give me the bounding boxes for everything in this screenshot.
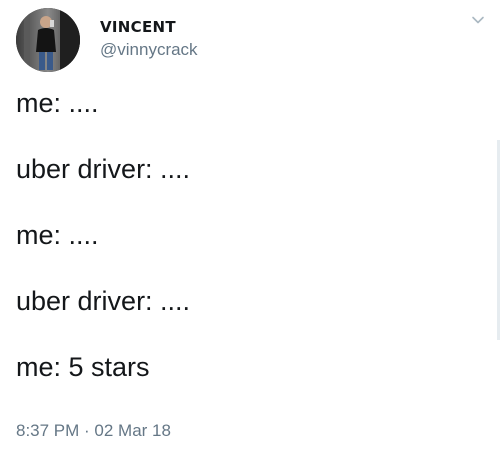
tweet-text: me: .... uber driver: .... me: .... uber… [16, 86, 486, 384]
tweet-line: uber driver: .... [16, 286, 191, 316]
tweet-line: me: .... [16, 220, 99, 250]
tweet-line: me: 5 stars [16, 352, 150, 382]
tweet-card: VINCENT @vinnycrack me: .... uber driver… [0, 0, 500, 461]
author-names: VINCENT @vinnycrack [100, 18, 198, 61]
tweet-line: me: .... [16, 88, 99, 118]
user-handle[interactable]: @vinnycrack [100, 39, 198, 61]
avatar[interactable] [16, 8, 80, 72]
profile-photo-icon [16, 8, 80, 72]
tweet-header: VINCENT @vinnycrack [16, 8, 486, 72]
tweet-line: uber driver: .... [16, 154, 191, 184]
display-name[interactable]: VINCENT [100, 18, 198, 36]
chevron-down-icon[interactable] [470, 12, 486, 28]
tweet-timestamp[interactable]: 8:37 PM · 02 Mar 18 [16, 420, 171, 442]
